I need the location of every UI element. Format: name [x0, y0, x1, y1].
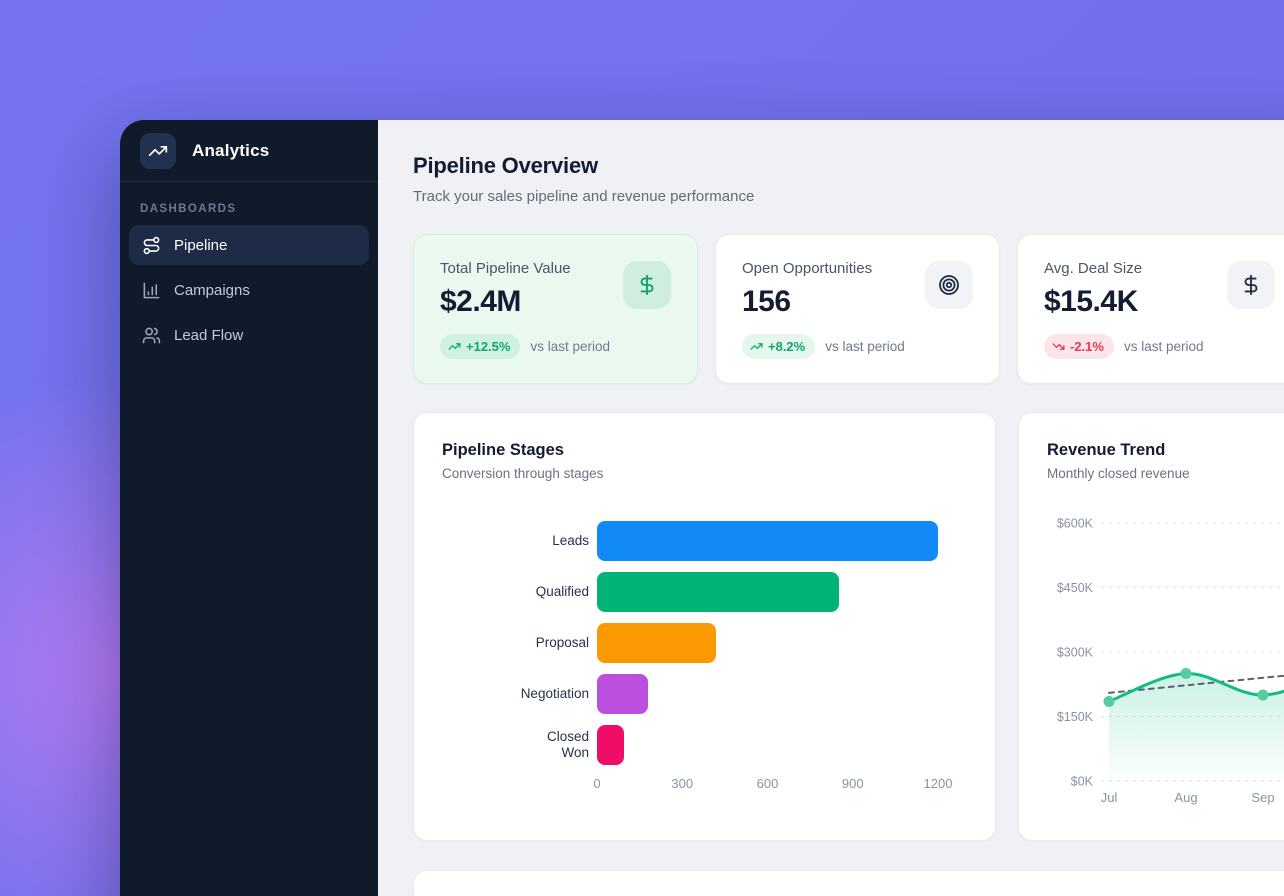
bar-chart-axis: 03006009001200 — [597, 776, 938, 794]
x-axis-tick: 0 — [593, 776, 600, 791]
page-title: Pipeline Overview — [413, 153, 1284, 179]
bar-row: Leads — [442, 521, 967, 561]
data-point — [1104, 696, 1115, 707]
sidebar-item-label: Pipeline — [174, 237, 227, 254]
bar-row: Negotiation — [442, 674, 967, 714]
change-badge: -2.1% — [1044, 334, 1114, 359]
bar-track — [597, 725, 938, 765]
trending-down-icon — [1052, 340, 1065, 353]
bar-track — [597, 674, 938, 714]
vs-last-period-label: vs last period — [530, 339, 610, 354]
chart-subtitle: Monthly closed revenue — [1047, 466, 1284, 481]
bar — [597, 623, 716, 663]
kpi-card-open-opportunities: Open Opportunities 156 +8.2% vs last per… — [715, 234, 1000, 384]
sidebar: Analytics DASHBOARDS Pipeline Campaigns — [120, 120, 378, 896]
x-axis-tick: Jul — [1101, 790, 1118, 805]
target-icon — [925, 261, 973, 309]
bar — [597, 674, 648, 714]
dollar-icon — [623, 261, 671, 309]
bar-chart-icon — [142, 281, 161, 300]
sidebar-item-label: Lead Flow — [174, 327, 243, 344]
sidebar-item-pipeline[interactable]: Pipeline — [129, 225, 369, 265]
trending-up-icon — [148, 141, 168, 161]
bar-row: Qualified — [442, 572, 967, 612]
sidebar-header: Analytics — [120, 120, 378, 182]
pipeline-stages-card: Pipeline Stages Conversion through stage… — [413, 412, 996, 841]
chart-title: Pipeline Stages — [442, 441, 967, 460]
bar-category-label: Qualified — [442, 584, 589, 600]
sidebar-section-label: DASHBOARDS — [120, 182, 378, 225]
bar-category-label: Negotiation — [442, 686, 589, 702]
vs-last-period-label: vs last period — [1124, 339, 1204, 354]
x-axis-tick: Sep — [1251, 790, 1274, 805]
bar-row: Proposal — [442, 623, 967, 663]
partial-card — [413, 870, 1284, 896]
x-axis-tick: 900 — [842, 776, 864, 791]
chart-subtitle: Conversion through stages — [442, 466, 967, 481]
kpi-row: Total Pipeline Value $2.4M +12.5% vs las… — [413, 234, 1284, 384]
sidebar-item-label: Campaigns — [174, 282, 250, 299]
bar — [597, 572, 839, 612]
page-subtitle: Track your sales pipeline and revenue pe… — [413, 188, 1284, 205]
bar-track — [597, 623, 938, 663]
bar-chart: Leads Qualified Proposal Negotiation Closed … — [442, 521, 967, 794]
charts-row: Pipeline Stages Conversion through stage… — [413, 412, 1284, 841]
x-axis-tick: 300 — [671, 776, 693, 791]
trending-up-icon — [750, 340, 763, 353]
x-axis-tick: 600 — [757, 776, 779, 791]
bar-category-label: Closed Won — [442, 729, 589, 761]
x-axis-tick: 1200 — [924, 776, 953, 791]
y-axis-tick: $0K — [1071, 775, 1094, 789]
data-point — [1258, 690, 1269, 701]
bar — [597, 521, 938, 561]
change-badge: +12.5% — [440, 334, 520, 359]
bar-row: Closed Won — [442, 725, 967, 765]
y-axis-tick: $600K — [1057, 517, 1094, 531]
brand-title: Analytics — [192, 141, 269, 161]
x-axis-tick: Aug — [1174, 790, 1197, 805]
change-badge: +8.2% — [742, 334, 815, 359]
bar-chart-rows: Leads Qualified Proposal Negotiation Closed … — [442, 521, 967, 765]
dollar-icon — [1227, 261, 1275, 309]
main-content: Pipeline Overview Track your sales pipel… — [378, 120, 1284, 896]
bar — [597, 725, 624, 765]
trending-up-icon — [448, 340, 461, 353]
users-icon — [142, 326, 161, 345]
kpi-card-total-pipeline-value: Total Pipeline Value $2.4M +12.5% vs las… — [413, 234, 698, 384]
bar-track — [597, 572, 938, 612]
chart-title: Revenue Trend — [1047, 441, 1284, 460]
y-axis-tick: $450K — [1057, 581, 1094, 595]
line-chart-svg: $600K $450K $300K $150K $0K Jul Aug Sep — [1047, 508, 1284, 818]
desktop-background: Analytics DASHBOARDS Pipeline Campaigns — [0, 0, 1284, 896]
bar-category-label: Leads — [442, 533, 589, 549]
app-window: Analytics DASHBOARDS Pipeline Campaigns — [120, 120, 1284, 896]
kpi-card-avg-deal-size: Avg. Deal Size $15.4K -2.1% vs last peri… — [1017, 234, 1284, 384]
sidebar-item-lead-flow[interactable]: Lead Flow — [129, 315, 369, 355]
y-axis-tick: $300K — [1057, 646, 1094, 660]
sidebar-nav: Pipeline Campaigns Lead Flow — [120, 225, 378, 360]
revenue-area — [1109, 669, 1284, 781]
data-point — [1181, 668, 1192, 679]
bar-category-label: Proposal — [442, 635, 589, 651]
route-icon — [142, 236, 161, 255]
revenue-trend-card: Revenue Trend Monthly closed revenue $60… — [1018, 412, 1284, 841]
vs-last-period-label: vs last period — [825, 339, 905, 354]
sidebar-item-campaigns[interactable]: Campaigns — [129, 270, 369, 310]
y-axis-tick: $150K — [1057, 710, 1094, 724]
bar-track — [597, 521, 938, 561]
analytics-logo — [140, 133, 176, 169]
